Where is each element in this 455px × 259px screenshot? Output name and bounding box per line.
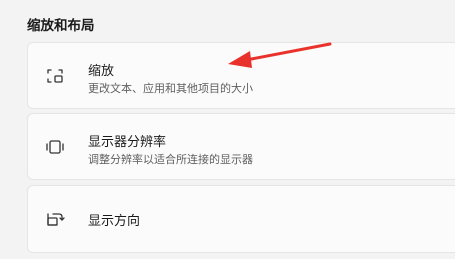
settings-page: 缩放和布局 缩放 更改文本、应用和其他项目的大小 显示器分辨率 调整分辨率以适合… [0, 0, 455, 259]
setting-title-orientation: 显示方向 [88, 214, 141, 229]
scale-icon [44, 65, 66, 87]
section-title: 缩放和布局 [27, 18, 95, 34]
setting-card-orientation[interactable]: 显示方向 [27, 185, 455, 253]
setting-desc-scale: 更改文本、应用和其他项目的大小 [88, 82, 253, 95]
setting-card-resolution[interactable]: 显示器分辨率 调整分辨率以适合所连接的显示器 [27, 113, 455, 180]
setting-title-resolution: 显示器分辨率 [88, 135, 167, 150]
resolution-icon [44, 136, 66, 158]
setting-desc-resolution: 调整分辨率以适合所连接的显示器 [88, 153, 253, 166]
setting-title-scale: 缩放 [88, 64, 115, 79]
setting-card-scale[interactable]: 缩放 更改文本、应用和其他项目的大小 [27, 42, 455, 109]
orientation-icon [44, 208, 66, 230]
